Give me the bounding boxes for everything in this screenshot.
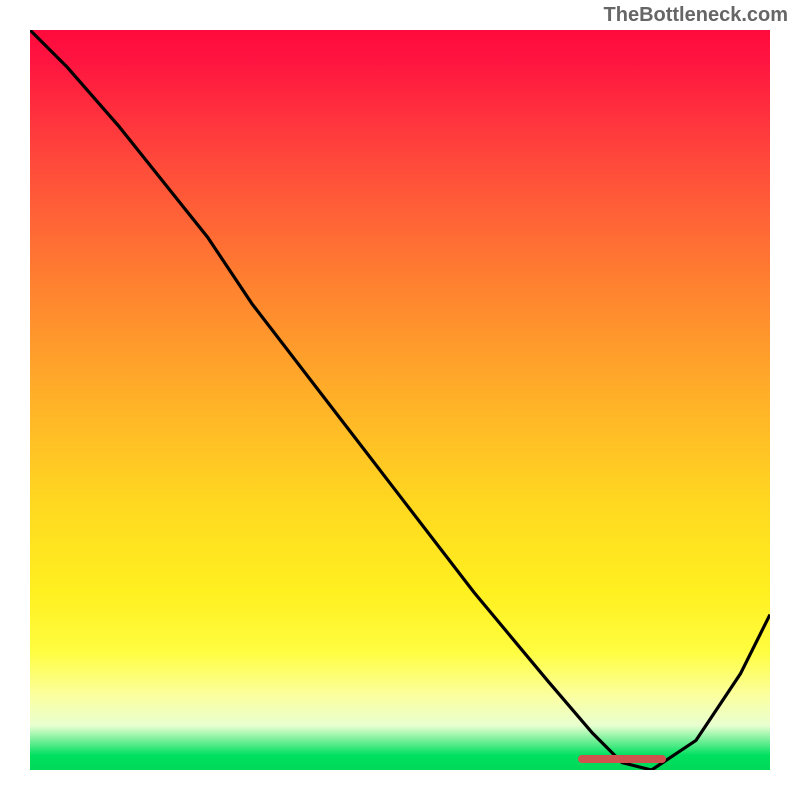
background-heat-gradient <box>30 30 770 770</box>
watermark-text: TheBottleneck.com <box>604 4 788 27</box>
chart-area <box>30 30 770 770</box>
